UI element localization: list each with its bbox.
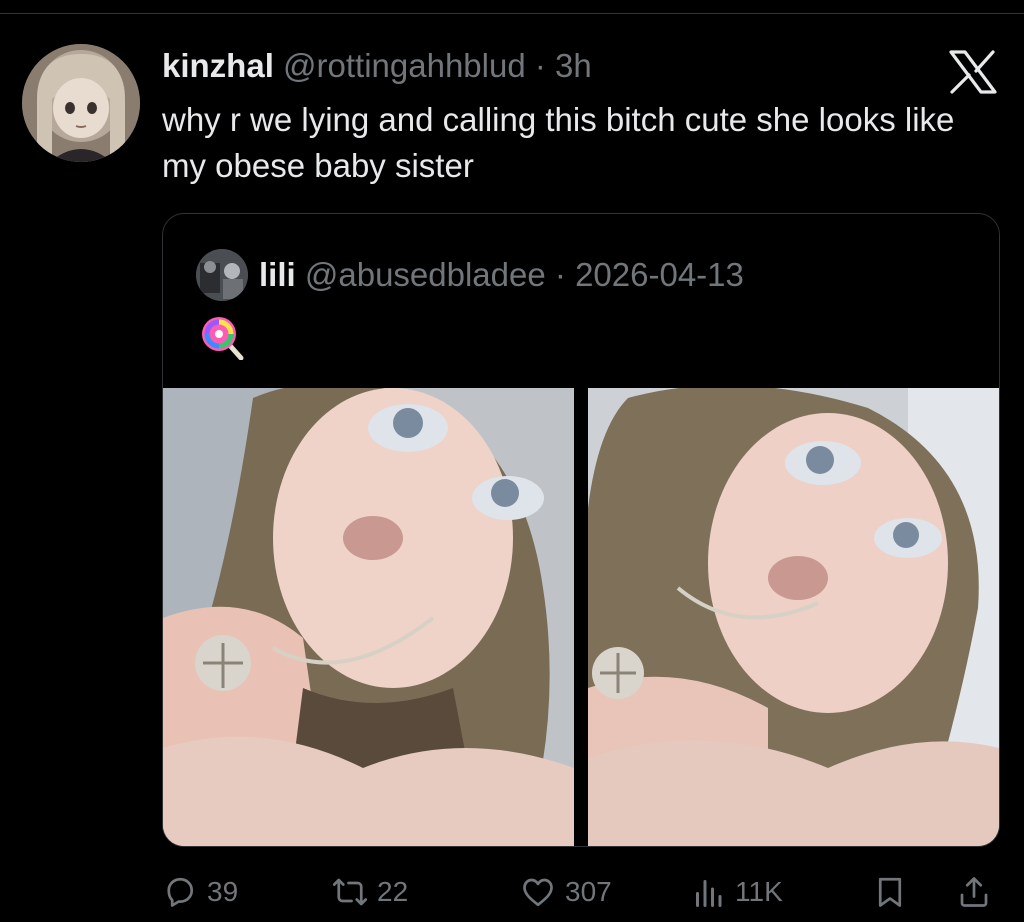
photo-1-image	[163, 388, 574, 846]
photo-2-image	[588, 388, 999, 846]
repost-icon	[332, 878, 368, 906]
views-chart-icon	[696, 880, 722, 907]
header-separator: ·	[534, 47, 546, 84]
reply-icon	[167, 877, 194, 907]
quoted-avatar-image	[196, 249, 248, 301]
quoted-tweet-header: lili @abusedbladee · 2026-04-13	[259, 254, 744, 296]
tweet-header: kinzhal @rottingahhblud · 3h	[162, 46, 592, 86]
quoted-author-avatar[interactable]	[196, 249, 248, 301]
like-count: 307	[565, 876, 612, 907]
lollipop-icon	[202, 317, 244, 360]
quoted-tweet-card[interactable]: lili @abusedbladee · 2026-04-13	[162, 213, 1000, 847]
heart-icon	[523, 878, 553, 907]
bookmark-icon	[878, 877, 902, 907]
reply-button[interactable]: 39	[162, 870, 238, 914]
tweet-text: why r we lying and calling this bitch cu…	[162, 101, 955, 184]
quoted-author-name[interactable]: lili	[259, 256, 296, 293]
repost-count: 22	[377, 876, 409, 907]
quoted-author-handle[interactable]: @abusedbladee	[305, 256, 546, 293]
quoted-header-separator: ·	[554, 256, 566, 293]
share-button[interactable]	[956, 870, 992, 914]
like-button[interactable]: 307	[520, 870, 612, 914]
bookmark-button[interactable]	[872, 870, 908, 914]
reply-count: 39	[207, 876, 239, 907]
tweet-time[interactable]: 3h	[555, 47, 592, 84]
author-avatar[interactable]	[22, 44, 140, 162]
author-name[interactable]: kinzhal	[162, 47, 274, 84]
author-handle[interactable]: @rottingahhblud	[283, 47, 526, 84]
tweet-action-bar: 39 22 307 11K	[0, 860, 1024, 920]
author-avatar-image	[22, 44, 140, 162]
media-photo-1[interactable]	[163, 388, 574, 846]
share-icon	[960, 877, 988, 907]
media-photo-2[interactable]	[588, 388, 999, 846]
x-logo-icon	[949, 50, 997, 94]
top-divider	[0, 13, 1024, 14]
repost-button[interactable]: 22	[332, 870, 408, 914]
views-button[interactable]: 11K	[690, 870, 783, 914]
views-count: 11K	[735, 876, 783, 907]
quoted-tweet-date[interactable]: 2026-04-13	[575, 256, 744, 293]
